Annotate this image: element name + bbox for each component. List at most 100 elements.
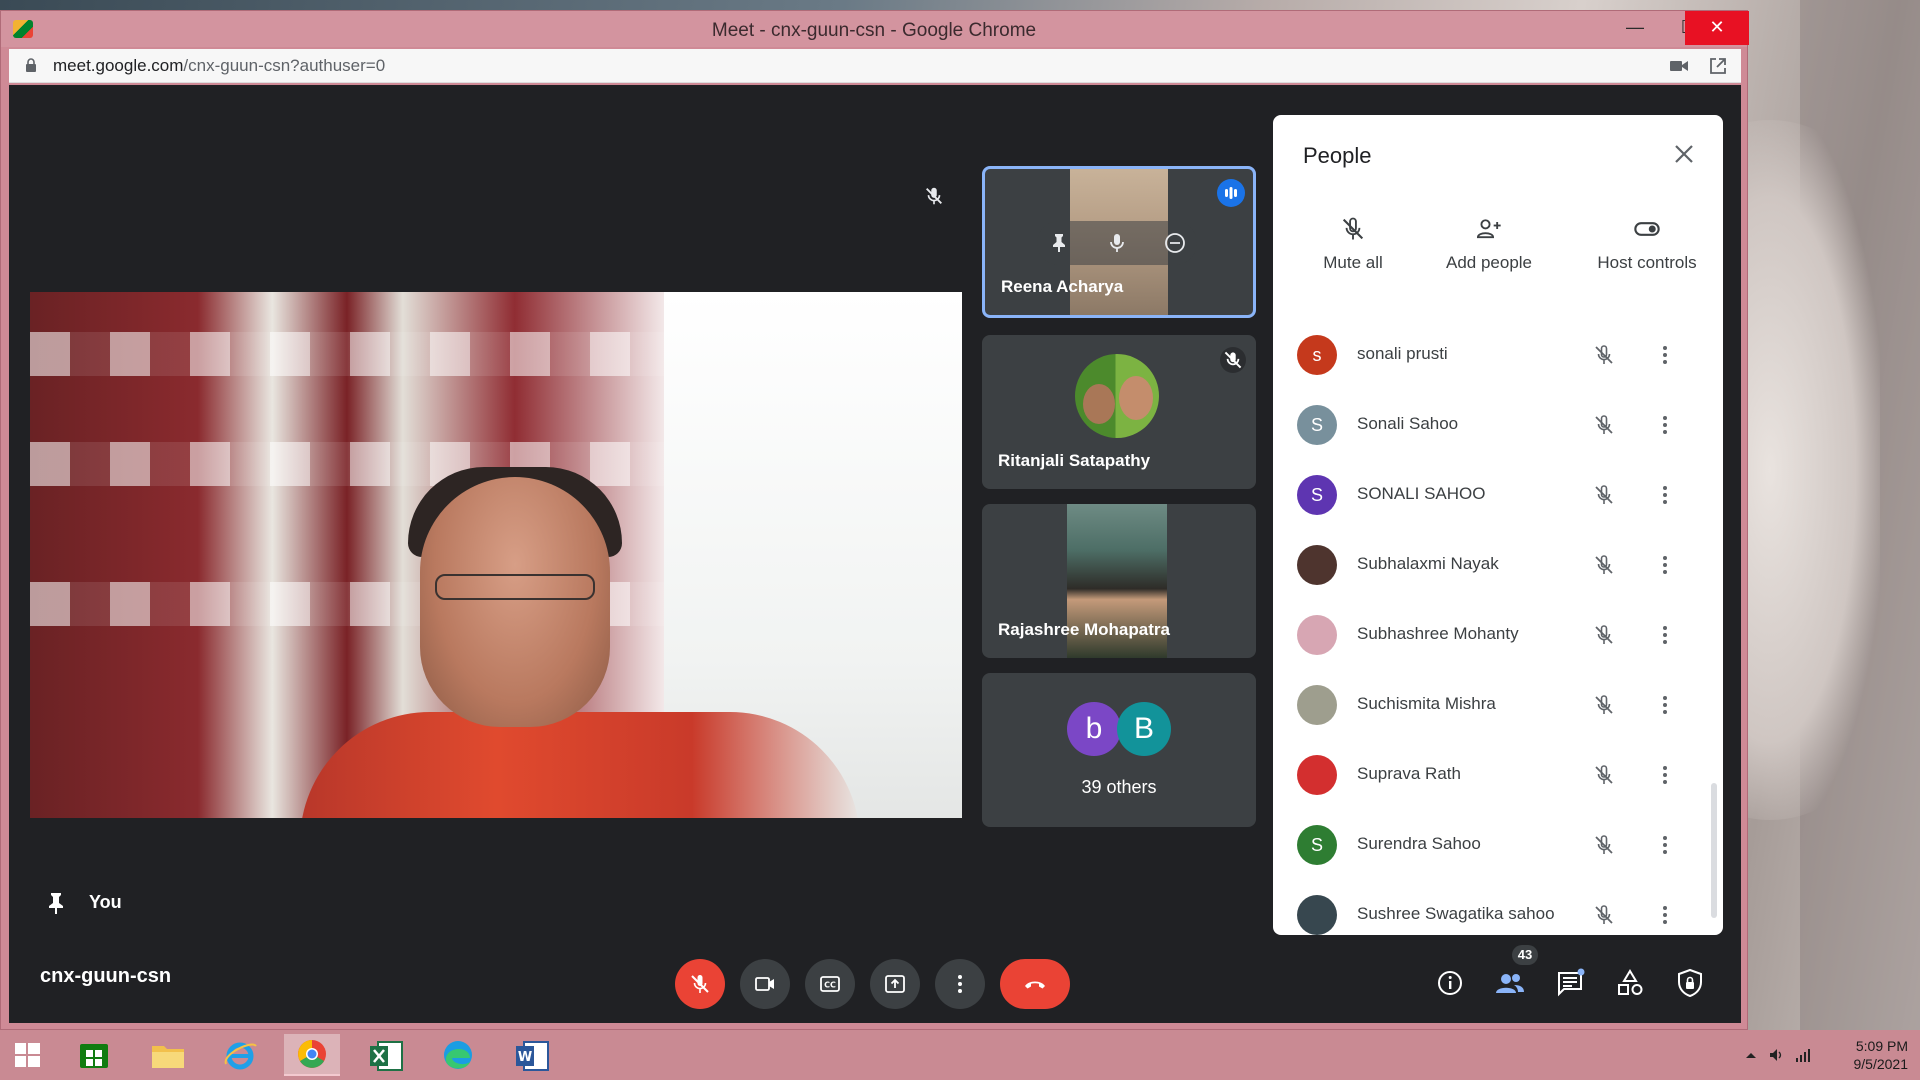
windows-start-icon[interactable] [0, 1034, 56, 1076]
others-count: 39 others [1081, 777, 1157, 797]
present-now-button[interactable] [870, 959, 920, 1009]
toggle-icon [1634, 222, 1660, 236]
excel-icon[interactable] [358, 1034, 414, 1076]
svg-text:CC: CC [824, 981, 836, 990]
clock-time: 5:09 PM [1855, 1038, 1908, 1054]
toggle-mic-button[interactable] [675, 959, 725, 1009]
participant-row[interactable]: s sonali prusti [1273, 320, 1723, 390]
pin-icon[interactable] [47, 891, 65, 915]
participant-name: Sushree Swagatika sahoo [1357, 904, 1555, 923]
mic-off-icon[interactable] [1592, 833, 1616, 857]
mute-all-button[interactable]: Mute all [1283, 215, 1423, 273]
participant-tile-reena[interactable]: Reena Acharya [982, 166, 1256, 318]
add-people-button[interactable]: Add people [1419, 215, 1559, 273]
participant-name: Reena Acharya [1001, 277, 1124, 296]
mic-off-icon[interactable] [1592, 903, 1616, 927]
person-body [300, 712, 860, 818]
close-window-button[interactable]: ✕ [1685, 11, 1749, 45]
participant-avatar: s [1297, 335, 1337, 375]
more-vert-icon[interactable] [1653, 483, 1677, 507]
participant-row[interactable]: S SONALI SAHOO [1273, 460, 1723, 530]
meeting-details-icon[interactable] [1432, 965, 1468, 1001]
mic-off-icon [1342, 217, 1364, 240]
mic-off-icon [926, 187, 942, 205]
mic-off-icon[interactable] [1592, 483, 1616, 507]
host-controls-shield-icon[interactable] [1672, 965, 1708, 1001]
leave-call-button[interactable] [1000, 959, 1070, 1009]
participant-row[interactable]: Suchismita Mishra [1273, 670, 1723, 740]
participant-row[interactable]: Subhashree Mohanty [1273, 600, 1723, 670]
person-face [420, 477, 610, 727]
people-icon[interactable] [1492, 965, 1528, 1001]
add-people-label: Add people [1445, 253, 1533, 272]
avatar: b [1067, 702, 1121, 756]
more-vert-icon[interactable] [1653, 903, 1677, 927]
others-tile[interactable]: b B 39 others [982, 673, 1256, 827]
network-icon[interactable] [1794, 1047, 1812, 1063]
participant-avatar [1297, 615, 1337, 655]
mic-off-icon[interactable] [1592, 623, 1616, 647]
toggle-camera-button[interactable] [740, 959, 790, 1009]
lock-icon[interactable] [25, 58, 37, 72]
close-icon[interactable] [1673, 143, 1695, 165]
open-in-new-icon[interactable] [1709, 57, 1727, 75]
participant-row[interactable]: Sushree Swagatika sahoo [1273, 880, 1723, 935]
participant-tile-ritanjali[interactable]: Ritanjali Satapathy [982, 335, 1256, 489]
call-end-icon [1025, 981, 1045, 989]
participant-list-scrollbar[interactable] [1711, 783, 1717, 918]
more-vert-icon[interactable] [1653, 413, 1677, 437]
captions-button[interactable]: CC [805, 959, 855, 1009]
host-controls-button[interactable]: Host controls [1577, 215, 1717, 273]
participant-tile-rajashree[interactable]: Rajashree Mohapatra [982, 504, 1256, 658]
more-options-button[interactable] [935, 959, 985, 1009]
participant-row[interactable]: Suprava Rath [1273, 740, 1723, 810]
participant-row[interactable]: S Sonali Sahoo [1273, 390, 1723, 460]
url-text[interactable]: meet.google.com/cnx-guun-csn?authuser=0 [53, 56, 385, 76]
more-vert-icon[interactable] [1653, 693, 1677, 717]
pin-icon[interactable] [1047, 231, 1071, 255]
person-add-icon [1476, 219, 1501, 239]
participant-name: Subhalaxmi Nayak [1357, 554, 1499, 573]
camera-in-use-icon[interactable] [1669, 57, 1689, 75]
more-vert-icon[interactable] [1653, 623, 1677, 647]
word-icon[interactable]: W [504, 1034, 560, 1076]
mic-off-icon[interactable] [1592, 343, 1616, 367]
person-glasses [435, 574, 595, 600]
edge-icon[interactable] [430, 1034, 486, 1076]
url-host: meet.google.com [53, 56, 184, 75]
mic-off-icon[interactable] [1592, 553, 1616, 577]
mic-off-icon [691, 975, 709, 993]
chrome-window: Meet - cnx-guun-csn - Google Chrome — ☐ … [0, 10, 1749, 1030]
minimize-button[interactable]: — [1607, 11, 1663, 45]
chrome-taskbar-button[interactable] [284, 1034, 340, 1076]
chevron-up-icon[interactable] [1742, 1047, 1760, 1063]
mic-off-icon[interactable] [1592, 413, 1616, 437]
more-vert-icon [958, 975, 962, 993]
clock[interactable]: 5:09 PM 9/5/2021 [1830, 1037, 1909, 1073]
chat-icon[interactable] [1552, 965, 1588, 1001]
address-bar[interactable]: meet.google.com/cnx-guun-csn?authuser=0 [9, 49, 1741, 83]
more-vert-icon[interactable] [1653, 343, 1677, 367]
microsoft-store-icon[interactable] [66, 1034, 122, 1076]
participant-row[interactable]: S Surendra Sahoo [1273, 810, 1723, 880]
participant-count-badge: 43 [1512, 945, 1538, 965]
title-bar[interactable]: Meet - cnx-guun-csn - Google Chrome — ☐ … [1, 11, 1749, 47]
volume-icon[interactable] [1768, 1047, 1786, 1063]
mic-off-icon[interactable] [1592, 693, 1616, 717]
file-explorer-icon[interactable] [140, 1034, 196, 1076]
mic-icon[interactable] [1105, 231, 1129, 255]
mic-off-icon[interactable] [1592, 763, 1616, 787]
more-vert-icon[interactable] [1653, 763, 1677, 787]
participant-avatar: S [1297, 405, 1337, 445]
avatar-face [1083, 384, 1115, 424]
remove-icon[interactable] [1163, 231, 1187, 255]
people-panel: People Mute all Add people Host controls… [1273, 115, 1723, 935]
more-vert-icon[interactable] [1653, 833, 1677, 857]
self-video-feed[interactable] [30, 292, 962, 818]
activities-icon[interactable] [1612, 965, 1648, 1001]
internet-explorer-icon[interactable] [212, 1034, 268, 1076]
participant-row[interactable]: Subhalaxmi Nayak [1273, 530, 1723, 600]
participant-name: Suprava Rath [1357, 764, 1461, 783]
tile-hover-controls [1037, 221, 1197, 265]
more-vert-icon[interactable] [1653, 553, 1677, 577]
